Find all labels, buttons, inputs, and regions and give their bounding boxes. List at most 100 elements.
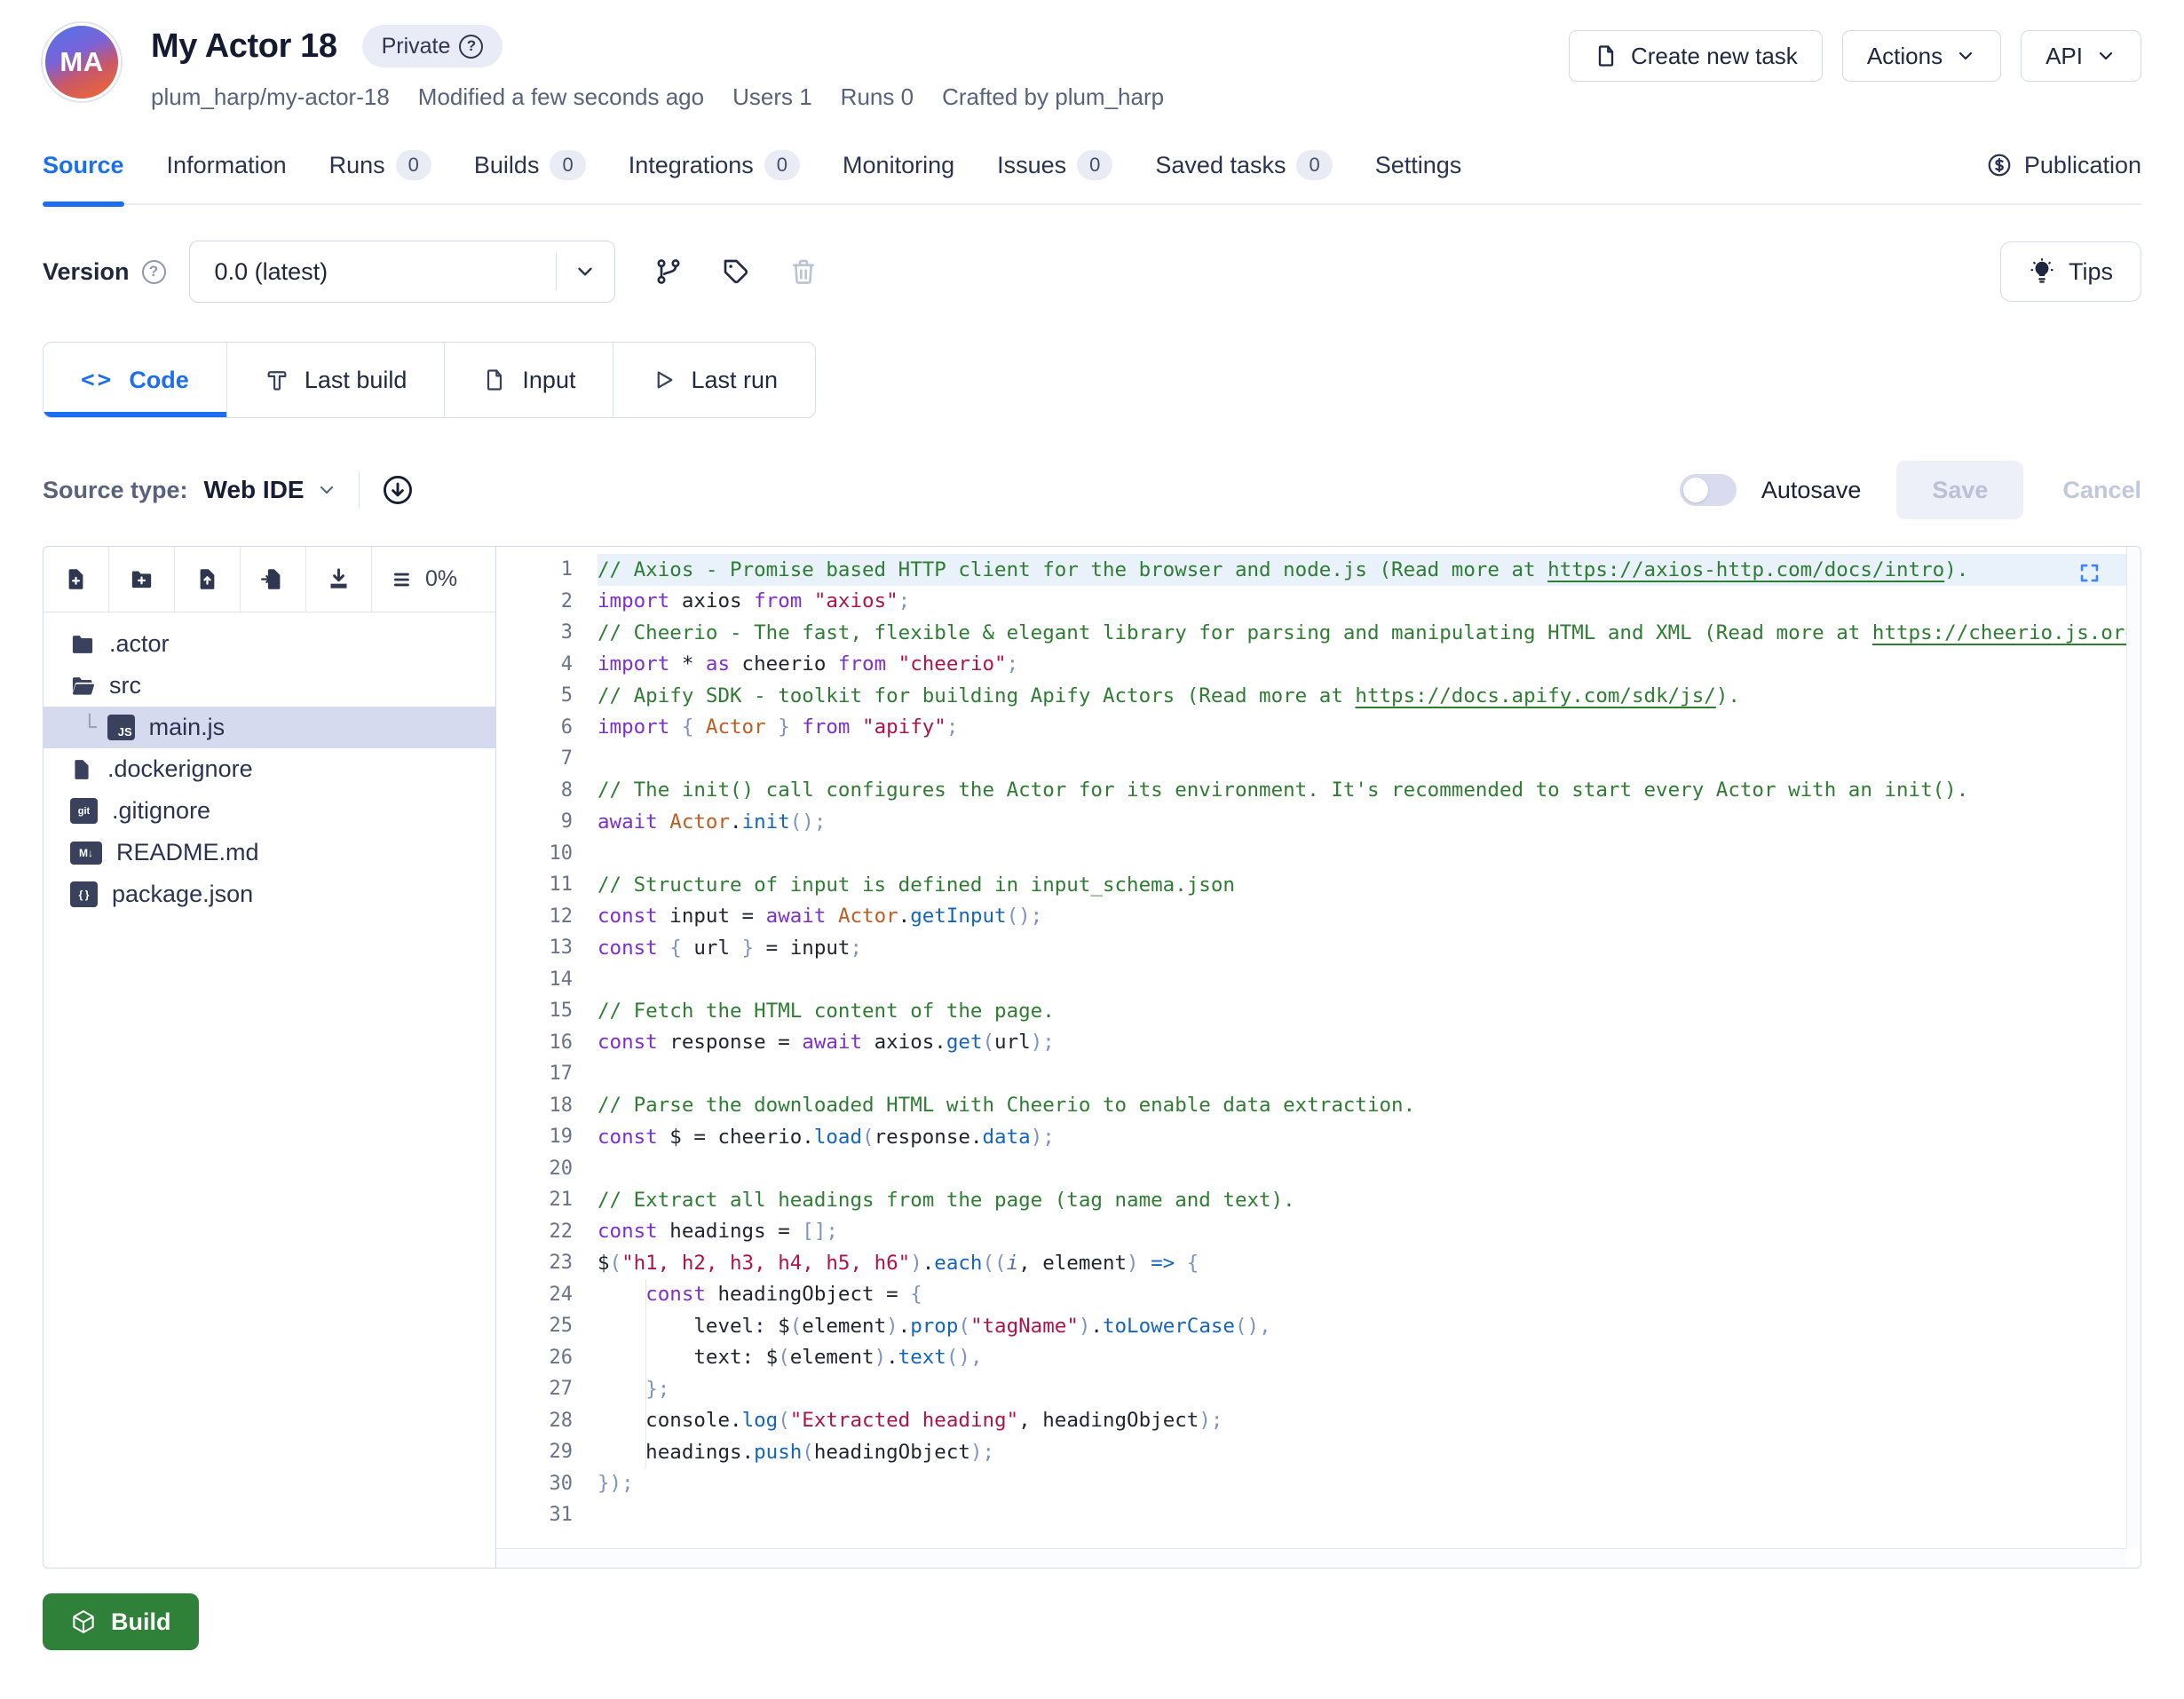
- new-folder-button[interactable]: [109, 547, 175, 612]
- view-tab-code[interactable]: <>Code: [44, 343, 227, 417]
- editor-horizontal-scrollbar[interactable]: [496, 1548, 2126, 1568]
- code-line[interactable]: 30});: [496, 1468, 2140, 1500]
- download-all-button[interactable]: [306, 547, 372, 612]
- toggle-knob: [1683, 478, 1708, 502]
- tree-item-src[interactable]: src: [44, 665, 495, 707]
- line-number: 8: [496, 779, 597, 802]
- fullscreen-icon[interactable]: [2077, 561, 2101, 585]
- tree-item-readme-md[interactable]: M↓README.md: [44, 832, 495, 873]
- code-line[interactable]: 22const headings = [];: [496, 1216, 2140, 1248]
- code-line[interactable]: 24 const headingObject = {: [496, 1279, 2140, 1311]
- upload-file-button[interactable]: [175, 547, 241, 612]
- line-number: 16: [496, 1031, 597, 1054]
- code-line[interactable]: 1// Axios - Promise based HTTP client fo…: [496, 554, 2140, 586]
- tab-issues[interactable]: Issues0: [997, 150, 1112, 180]
- cancel-button[interactable]: Cancel: [2062, 477, 2141, 504]
- git-branch-icon: [654, 257, 683, 286]
- code-line[interactable]: 8// The init() call configures the Actor…: [496, 775, 2140, 807]
- line-number: 29: [496, 1441, 597, 1463]
- help-icon[interactable]: ?: [459, 35, 483, 59]
- code-line[interactable]: 25 level: $(element).prop("tagName").toL…: [496, 1310, 2140, 1342]
- tab-saved-tasks[interactable]: Saved tasks0: [1155, 150, 1332, 180]
- source-type-select[interactable]: Web IDE: [204, 476, 337, 504]
- file-name: src: [109, 672, 141, 699]
- code-line[interactable]: 27 };: [496, 1373, 2140, 1405]
- code-line[interactable]: 7: [496, 743, 2140, 775]
- tab-label: Integrations: [629, 152, 754, 179]
- code-line[interactable]: 10: [496, 838, 2140, 870]
- import-file-button[interactable]: [241, 547, 306, 612]
- tab-settings[interactable]: Settings: [1375, 152, 1462, 179]
- api-button[interactable]: API: [2021, 30, 2141, 82]
- new-file-button[interactable]: [44, 547, 109, 612]
- tab-label: Settings: [1375, 152, 1462, 179]
- chevron-down-icon: [316, 479, 337, 501]
- tab-monitoring[interactable]: Monitoring: [843, 152, 954, 179]
- save-button[interactable]: Save: [1896, 461, 2023, 519]
- autosave-toggle[interactable]: [1680, 474, 1737, 506]
- code-line[interactable]: 12const input = await Actor.getInput();: [496, 901, 2140, 933]
- branch-version-button[interactable]: [654, 257, 683, 286]
- code-line[interactable]: 29 headings.push(headingObject);: [496, 1436, 2140, 1468]
- line-number: 14: [496, 968, 597, 991]
- code-line[interactable]: 23$("h1, h2, h3, h4, h5, h6").each((i, e…: [496, 1247, 2140, 1279]
- code-line[interactable]: 15// Fetch the HTML content of the page.: [496, 995, 2140, 1027]
- tips-button[interactable]: Tips: [2000, 241, 2141, 302]
- code-line[interactable]: 18// Parse the downloaded HTML with Chee…: [496, 1090, 2140, 1122]
- code-line[interactable]: 11// Structure of input is defined in in…: [496, 869, 2140, 901]
- code-line[interactable]: 6import { Actor } from "apify";: [496, 712, 2140, 744]
- tab-information[interactable]: Information: [167, 152, 287, 179]
- line-number: 26: [496, 1347, 597, 1369]
- code-line[interactable]: 16const response = await axios.get(url);: [496, 1027, 2140, 1059]
- tree-item-main-js[interactable]: └JSmain.js: [44, 707, 495, 748]
- code-line[interactable]: 31: [496, 1499, 2140, 1531]
- file-name: .dockerignore: [107, 755, 253, 783]
- file-upload-icon: [195, 567, 219, 591]
- code-line[interactable]: 3// Cheerio - The fast, flexible & elega…: [496, 617, 2140, 649]
- file-tree-toolbar: 0%: [44, 547, 495, 612]
- tab-label: Issues: [997, 152, 1066, 179]
- help-icon[interactable]: ?: [142, 260, 166, 284]
- tag-version-button[interactable]: [722, 257, 750, 286]
- editor-vertical-scrollbar[interactable]: [2126, 547, 2140, 1548]
- users-count: Users 1: [732, 83, 812, 111]
- code-line[interactable]: 28 console.log("Extracted heading", head…: [496, 1405, 2140, 1437]
- tab-builds[interactable]: Builds0: [474, 150, 586, 180]
- actions-button[interactable]: Actions: [1842, 30, 2001, 82]
- lightbulb-icon: [2029, 258, 2055, 285]
- version-select[interactable]: 0.0 (latest): [189, 241, 615, 303]
- view-tab-last-build[interactable]: Last build: [227, 343, 446, 417]
- file-plus-icon: [64, 567, 88, 591]
- code-line[interactable]: 26 text: $(element).text(),: [496, 1342, 2140, 1374]
- view-tab-input[interactable]: Input: [445, 343, 613, 417]
- new-task-file-icon: [1594, 43, 1618, 68]
- code-line[interactable]: 17: [496, 1058, 2140, 1090]
- tab-publication[interactable]: Publication: [1986, 152, 2141, 179]
- view-tab-last-run[interactable]: Last run: [613, 343, 815, 417]
- tree-item--gitignore[interactable]: git.gitignore: [44, 790, 495, 832]
- create-new-task-button[interactable]: Create new task: [1569, 30, 1823, 82]
- tree-item-package-json[interactable]: { }package.json: [44, 873, 495, 915]
- line-number: 1: [496, 558, 597, 581]
- tab-integrations[interactable]: Integrations0: [629, 150, 800, 180]
- header: MA My Actor 18 Private ? plum_harp/my-ac…: [43, 0, 2141, 111]
- code-line[interactable]: 19const $ = cheerio.load(response.data);: [496, 1121, 2140, 1153]
- view-tabs: <>CodeLast buildInputLast run: [43, 342, 816, 418]
- code-line[interactable]: 14: [496, 964, 2140, 996]
- build-button[interactable]: Build: [43, 1593, 199, 1650]
- code-line[interactable]: 20: [496, 1153, 2140, 1185]
- code-line[interactable]: 5// Apify SDK - toolkit for building Api…: [496, 680, 2140, 712]
- tab-source[interactable]: Source: [43, 152, 124, 179]
- code-line[interactable]: 9await Actor.init();: [496, 806, 2140, 838]
- code-line[interactable]: 2import axios from "axios";: [496, 586, 2140, 618]
- file-tree: .actor src └JSmain.js .dockerignore git.giti…: [44, 612, 495, 915]
- tab-label: Source: [43, 152, 124, 179]
- tab-runs[interactable]: Runs0: [329, 150, 431, 180]
- code-line[interactable]: 4import * as cheerio from "cheerio";: [496, 649, 2140, 681]
- tree-item--dockerignore[interactable]: .dockerignore: [44, 748, 495, 790]
- pull-code-button[interactable]: [381, 473, 415, 507]
- code-editor[interactable]: 1// Axios - Promise based HTTP client fo…: [496, 547, 2140, 1568]
- code-line[interactable]: 21// Extract all headings from the page …: [496, 1184, 2140, 1216]
- code-line[interactable]: 13const { url } = input;: [496, 932, 2140, 964]
- tree-item--actor[interactable]: .actor: [44, 623, 495, 665]
